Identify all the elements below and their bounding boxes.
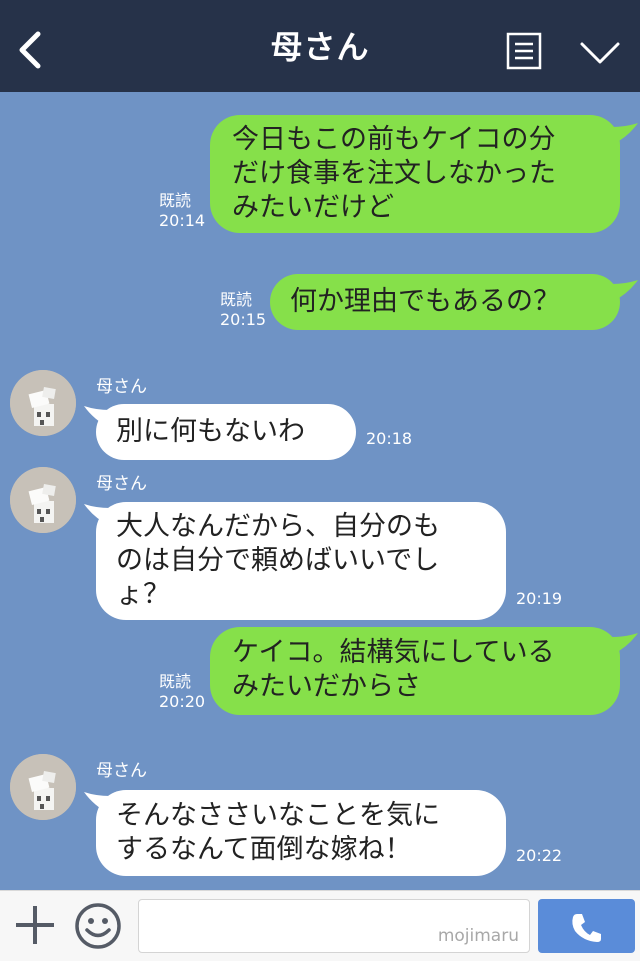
notes-button[interactable] xyxy=(506,32,542,70)
message-bubble-received[interactable]: 大人なんだから、自分のも のは自分で頼めばいいでし ょ？ xyxy=(96,502,506,620)
message-line: みたいだからさ xyxy=(232,671,421,702)
avatar-image xyxy=(10,370,76,436)
smiley-icon xyxy=(75,903,121,949)
phone-icon xyxy=(572,914,601,942)
message-line: みたいだけど xyxy=(232,192,394,223)
message-time: 20:18 xyxy=(366,429,413,448)
chat-title: 母さん xyxy=(270,28,370,66)
message-line: 別に何もないわ xyxy=(116,416,305,447)
watermark: mojimaru xyxy=(437,926,519,946)
message-bubble-sent[interactable]: 何か理由でもあるの？ xyxy=(270,274,620,330)
message-bubble-sent[interactable]: 今日もこの前もケイコの分 だけ食事を注文しなかった みたいだけど xyxy=(210,115,620,233)
chevron-down-icon xyxy=(580,42,620,64)
avatar[interactable] xyxy=(10,467,76,533)
message-line: そんなささいなことを気に xyxy=(116,800,440,831)
message-meta: 既読 20:15 xyxy=(220,290,266,330)
add-button[interactable] xyxy=(14,904,56,946)
message-bubble-sent[interactable]: ケイコ。結構気にしている みたいだからさ xyxy=(210,627,620,715)
avatar[interactable] xyxy=(10,754,76,820)
message-bubble-received[interactable]: そんなささいなことを気に するなんて面倒な嫁ね！ xyxy=(96,790,506,876)
expand-menu-button[interactable] xyxy=(578,38,622,68)
message-line: 今日もこの前もケイコの分 xyxy=(232,124,556,155)
message-line: だけ食事を注文しなかった xyxy=(232,158,556,189)
emoji-button[interactable] xyxy=(74,902,122,950)
read-status: 既読 xyxy=(220,290,253,309)
bubble-tail xyxy=(612,633,638,655)
read-status: 既読 xyxy=(159,191,192,210)
avatar[interactable] xyxy=(10,370,76,436)
sender-name: 母さん xyxy=(96,377,147,397)
message-line: するなんて面倒な嫁ね！ xyxy=(116,834,412,865)
message-line: のは自分で頼めばいいでし xyxy=(116,545,440,576)
bubble-tail xyxy=(612,123,638,145)
message-bubble-received[interactable]: 別に何もないわ xyxy=(96,404,356,460)
message-meta: 既読 20:14 xyxy=(159,191,205,231)
message-line: ょ？ xyxy=(116,579,170,610)
document-list-icon xyxy=(506,32,542,70)
chat-area[interactable]: 既読 20:14 今日もこの前もケイコの分 だけ食事を注文しなかった みたいだけ… xyxy=(0,92,640,890)
bubble-tail xyxy=(612,280,638,302)
message-time: 20:22 xyxy=(516,846,563,865)
message-time: 20:15 xyxy=(220,310,267,329)
message-line: ケイコ。結構気にしている xyxy=(232,637,555,668)
message-time: 20:14 xyxy=(159,211,206,230)
chat-header: 母さん xyxy=(0,0,640,92)
message-time: 20:19 xyxy=(516,589,563,608)
message-line: 何か理由でもあるの？ xyxy=(290,286,560,317)
read-status: 既読 xyxy=(159,672,192,691)
sender-name: 母さん xyxy=(96,761,147,781)
message-meta: 既読 20:20 xyxy=(159,672,205,712)
avatar-image xyxy=(10,467,76,533)
call-button[interactable] xyxy=(538,899,635,953)
avatar-image xyxy=(10,754,76,820)
message-line: 大人なんだから、自分のも xyxy=(116,511,440,542)
plus-icon xyxy=(16,906,54,944)
input-bar: mojimaru xyxy=(0,890,640,961)
message-time: 20:20 xyxy=(159,692,206,711)
message-input[interactable]: mojimaru xyxy=(138,899,530,953)
sender-name: 母さん xyxy=(96,474,147,494)
